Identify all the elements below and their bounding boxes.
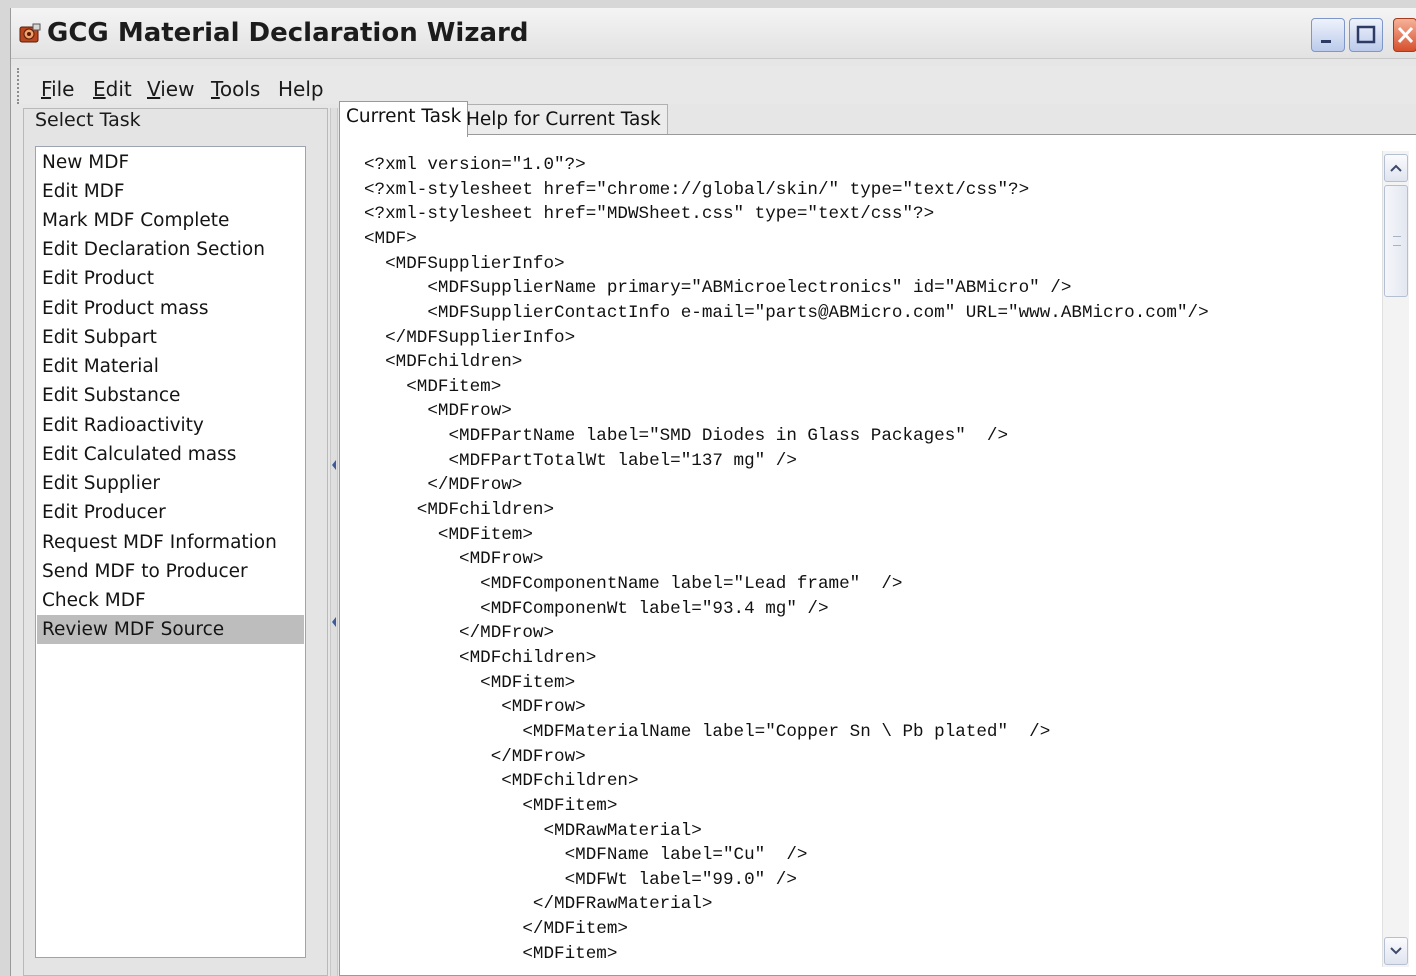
close-icon: [1397, 26, 1414, 44]
source-line: </MDFrow>: [364, 475, 523, 495]
source-line: </MDFRawMaterial>: [364, 894, 713, 914]
scroll-down-button[interactable]: [1384, 937, 1408, 965]
chevron-up-icon: [1390, 164, 1402, 172]
task-item-send-mdf-to-producer[interactable]: Send MDF to Producer: [37, 557, 304, 586]
menu-view[interactable]: View: [147, 77, 194, 101]
source-line: <MDFitem>: [364, 673, 576, 693]
source-line: </MDFrow>: [364, 623, 555, 643]
task-item-request-mdf-information[interactable]: Request MDF Information: [37, 528, 304, 557]
menu-bar: File Edit View Tools Help: [11, 66, 1416, 104]
source-line: <?xml-stylesheet href="MDWSheet.css" typ…: [364, 204, 935, 224]
source-line: <MDFchildren>: [364, 352, 523, 372]
chevron-down-icon: [1390, 947, 1402, 955]
task-list[interactable]: New MDF Edit MDF Mark MDF Complete Edit …: [35, 146, 306, 958]
task-item-edit-calculated-mass[interactable]: Edit Calculated mass: [37, 440, 304, 469]
source-line: <MDFWt label="99.0" />: [364, 870, 797, 890]
source-line: <MDFrow>: [364, 549, 544, 569]
task-item-edit-producer[interactable]: Edit Producer: [37, 498, 304, 527]
tab-current-task[interactable]: Current Task: [339, 101, 469, 137]
maximize-icon: [1356, 25, 1376, 44]
menu-edit[interactable]: Edit: [93, 77, 132, 101]
source-line: <MDFrow>: [364, 697, 586, 717]
scroll-up-button[interactable]: [1384, 154, 1408, 182]
task-item-edit-radioactivity[interactable]: Edit Radioactivity: [37, 411, 304, 440]
tab-help-for-current-task[interactable]: Help for Current Task: [459, 104, 668, 135]
task-item-edit-mdf[interactable]: Edit MDF: [37, 177, 304, 206]
task-item-new-mdf[interactable]: New MDF: [37, 148, 304, 177]
source-line: <MDFMaterialName label="Copper Sn \ Pb p…: [364, 722, 1051, 742]
source-line: <?xml version="1.0"?>: [364, 155, 586, 175]
source-line: <MDFchildren>: [364, 648, 597, 668]
minimize-button[interactable]: [1311, 18, 1345, 52]
menu-tools[interactable]: Tools: [211, 77, 260, 101]
menu-help[interactable]: Help: [278, 77, 324, 101]
vertical-scrollbar[interactable]: [1382, 151, 1409, 967]
collapse-left-arrow-icon-2[interactable]: [332, 617, 336, 627]
collapse-left-arrow-icon[interactable]: [332, 460, 336, 470]
task-item-edit-product-mass[interactable]: Edit Product mass: [37, 294, 304, 323]
source-line: <MDFitem>: [364, 944, 618, 961]
panel-splitter[interactable]: [330, 108, 338, 976]
source-view-frame: <?xml version="1.0"?> <?xml-stylesheet h…: [339, 134, 1416, 976]
source-line: <MDFName label="Cu" />: [364, 845, 808, 865]
source-line: <MDFPartTotalWt label="137 mg" />: [364, 451, 797, 471]
source-line: <MDFitem>: [364, 525, 533, 545]
task-item-mark-mdf-complete[interactable]: Mark MDF Complete: [37, 206, 304, 235]
source-line: </MDFSupplierInfo>: [364, 328, 576, 348]
source-line: <MDFrow>: [364, 401, 512, 421]
maximize-button[interactable]: [1349, 18, 1383, 52]
app-window: GCG Material Declaration Wizard File Edi…: [10, 8, 1416, 976]
source-line: <MDFComponenWt label="93.4 mg" />: [364, 599, 829, 619]
source-line: <MDF>: [364, 229, 417, 249]
app-gear-icon: [17, 22, 43, 46]
source-line: <MDFSupplierInfo>: [364, 254, 565, 274]
task-item-edit-product[interactable]: Edit Product: [37, 264, 304, 293]
source-line: <MDFitem>: [364, 377, 502, 397]
scroll-thumb[interactable]: [1384, 185, 1408, 297]
source-line: </MDFrow>: [364, 747, 586, 767]
title-bar[interactable]: GCG Material Declaration Wizard: [11, 8, 1416, 59]
source-line: <MDRawMaterial>: [364, 821, 702, 841]
source-line: <MDFchildren>: [364, 500, 555, 520]
minimize-icon: [1321, 40, 1331, 43]
task-item-edit-subpart[interactable]: Edit Subpart: [37, 323, 304, 352]
source-line: </MDFitem>: [364, 919, 628, 939]
source-line: <MDFComponentName label="Lead frame" />: [364, 574, 903, 594]
source-line: <MDFchildren>: [364, 771, 639, 791]
source-line: <MDFSupplierContactInfo e-mail="parts@AB…: [364, 303, 1209, 323]
task-item-check-mdf[interactable]: Check MDF: [37, 586, 304, 615]
menu-file[interactable]: File: [41, 77, 74, 101]
close-button[interactable]: [1393, 18, 1416, 52]
select-task-heading: Select Task: [35, 109, 141, 131]
source-line: <MDFPartName label="SMD Diodes in Glass …: [364, 426, 1009, 446]
scroll-thumb-grip: [1393, 236, 1401, 246]
source-line: <MDFSupplierName primary="ABMicroelectro…: [364, 278, 1072, 298]
window-title: GCG Material Declaration Wizard: [47, 18, 529, 48]
source-line: <MDFitem>: [364, 796, 618, 816]
task-item-edit-supplier[interactable]: Edit Supplier: [37, 469, 304, 498]
source-line: <?xml-stylesheet href="chrome://global/s…: [364, 180, 1030, 200]
task-item-review-mdf-source[interactable]: Review MDF Source: [37, 615, 304, 644]
toolbar-grip[interactable]: [17, 68, 25, 104]
task-item-edit-substance[interactable]: Edit Substance: [37, 381, 304, 410]
task-item-edit-material[interactable]: Edit Material: [37, 352, 304, 381]
task-item-edit-declaration-section[interactable]: Edit Declaration Section: [37, 235, 304, 264]
xml-source-view[interactable]: <?xml version="1.0"?> <?xml-stylesheet h…: [364, 153, 1384, 961]
